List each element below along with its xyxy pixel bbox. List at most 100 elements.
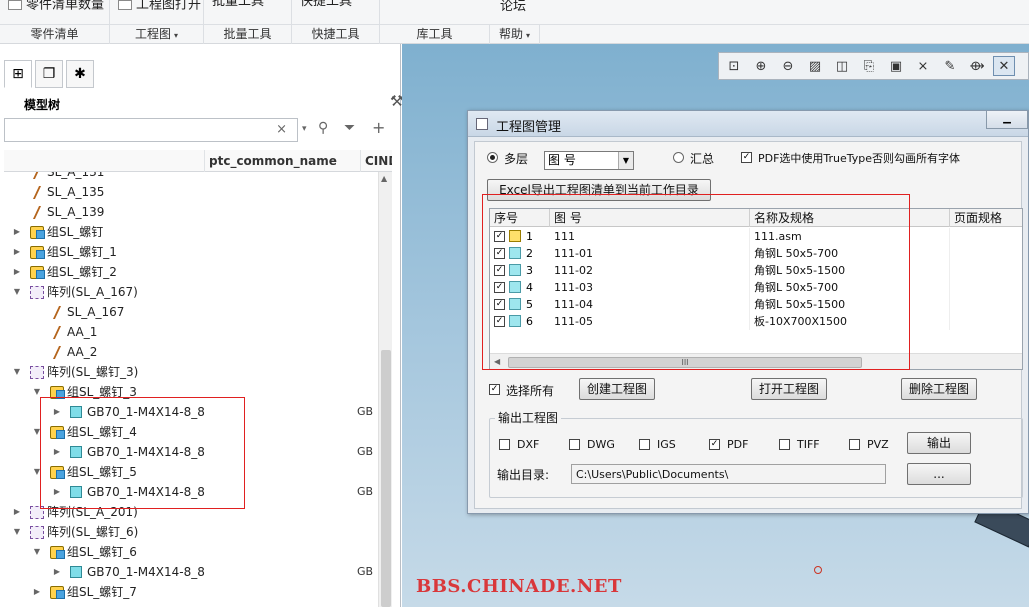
ribbon-group-3[interactable]: 快捷工具: [292, 25, 380, 45]
dialog-titlebar[interactable]: 工程图管理 ▁: [468, 111, 1028, 137]
axis-display-icon[interactable]: ✕: [993, 56, 1015, 76]
sort-field-select[interactable]: 图 号 ▼: [544, 151, 634, 170]
truetype-label: PDF选中使用TrueType否则勾画所有字体: [758, 152, 961, 165]
select-all-checkbox[interactable]: ✓: [489, 384, 500, 395]
tree-row[interactable]: SL_A_139: [4, 202, 378, 222]
expand-icon[interactable]: ▶: [52, 562, 62, 582]
expand-icon[interactable]: ▶: [12, 262, 22, 282]
binoculars-icon[interactable]: ⚲: [318, 120, 328, 136]
tree-row[interactable]: ▼ 组SL_螺钉_6: [4, 542, 378, 562]
ribbon-group-0[interactable]: 零件清单: [0, 25, 110, 45]
mode-summary-radio[interactable]: [673, 152, 684, 163]
collapse-icon[interactable]: ▼: [12, 522, 22, 542]
tree-icon[interactable]: ⊞: [4, 60, 32, 88]
tree-row[interactable]: AA_2: [4, 342, 378, 362]
folder-icon[interactable]: ❐: [35, 60, 63, 88]
model-tree-title: 模型树: [24, 98, 61, 112]
collapse-icon[interactable]: ▼: [12, 362, 22, 382]
component-icon: [70, 566, 82, 578]
expand-icon[interactable]: ▶: [32, 582, 42, 602]
ribbon-group-4[interactable]: 库工具: [380, 25, 490, 45]
tree-row[interactable]: ▶ GB70_1-M4X14-8_8 GB: [4, 562, 378, 582]
ribbon-tool-4[interactable]: 论坛: [380, 0, 540, 24]
truetype-checkbox[interactable]: ✓: [741, 152, 752, 163]
ribbon-tool-1[interactable]: 工程图打开: [110, 0, 204, 24]
annotation-display-icon[interactable]: ✎: [939, 56, 961, 76]
chevron-down-icon: ▾: [526, 31, 531, 40]
assembly-icon: [50, 546, 65, 559]
zoom-out-icon[interactable]: ⊖: [777, 56, 799, 76]
format-checkbox-dwg[interactable]: [569, 439, 580, 450]
ribbon-group-1[interactable]: 工程图 ▾: [110, 25, 204, 45]
tree-filter: ×: [4, 118, 298, 142]
format-checkbox-tiff[interactable]: [779, 439, 790, 450]
column-header-common-name[interactable]: ptc_common_name: [204, 150, 359, 172]
zoom-fit-icon[interactable]: ⊡: [723, 56, 745, 76]
zoom-in-icon[interactable]: ⊕: [750, 56, 772, 76]
tree-row[interactable]: SL_A_135: [4, 182, 378, 202]
window-icon: [476, 118, 488, 130]
repaint-icon[interactable]: ▨: [804, 56, 826, 76]
column-header-cind[interactable]: CIND: [360, 150, 392, 172]
tree-search-input[interactable]: [5, 119, 267, 141]
column-header[interactable]: 页面规格: [950, 209, 1022, 227]
format-checkbox-dxf[interactable]: [499, 439, 510, 450]
scroll-thumb[interactable]: [381, 350, 391, 607]
ribbon-group-2[interactable]: 批量工具: [204, 25, 292, 45]
view-manager-icon[interactable]: ▣: [885, 56, 907, 76]
expand-icon[interactable]: ▶: [12, 222, 22, 242]
create-drawing-button[interactable]: 创建工程图: [579, 378, 655, 400]
tree-row[interactable]: ▼ 阵列(SL_螺钉_6): [4, 522, 378, 542]
tree-row-label: SL_A_135: [47, 185, 105, 199]
ribbon-tool-3[interactable]: 快捷工具: [292, 0, 380, 24]
part-icon: [32, 206, 44, 219]
mode-multi-radio[interactable]: [487, 152, 498, 163]
ribbon-group-label: 零件清单: [30, 27, 79, 41]
scroll-up-icon[interactable]: ▲: [381, 174, 387, 183]
tree-scrollbar[interactable]: ▲: [378, 172, 392, 607]
tree-row[interactable]: SL_A_131: [4, 172, 378, 182]
cursor-marker: [814, 566, 822, 574]
tree-row-label: AA_1: [67, 325, 98, 339]
tree-row[interactable]: ▼ 阵列(SL_A_167): [4, 282, 378, 302]
clear-icon[interactable]: ×: [276, 122, 287, 137]
ribbon-tool-2[interactable]: 批量工具: [204, 0, 292, 24]
add-icon[interactable]: +: [372, 118, 385, 137]
browse-button[interactable]: ...: [907, 463, 971, 485]
tree-row[interactable]: ▶ 组SL_螺钉: [4, 222, 378, 242]
open-drawing-button[interactable]: 打开工程图: [751, 378, 827, 400]
collapse-icon[interactable]: ▼: [12, 282, 22, 302]
ribbon-group-5[interactable]: 帮助 ▾: [490, 25, 540, 45]
tree-row[interactable]: SL_A_167: [4, 302, 378, 322]
format-checkbox-pdf[interactable]: ✓: [709, 439, 720, 450]
output-button[interactable]: 输出: [907, 432, 971, 454]
tree-row[interactable]: ▶ 组SL_螺钉_1: [4, 242, 378, 262]
format-checkbox-pvz[interactable]: [849, 439, 860, 450]
tree-row[interactable]: ▶ 组SL_螺钉_2: [4, 262, 378, 282]
favorites-icon[interactable]: ✱: [66, 60, 94, 88]
pattern-icon: [30, 366, 44, 379]
collapse-icon[interactable]: ▼: [32, 542, 42, 562]
ribbon-tool-label: 批量工具: [212, 0, 265, 9]
tree-row-label: 阵列(SL_螺钉_6): [47, 525, 139, 539]
chevron-down-icon[interactable]: ▾: [302, 124, 307, 134]
saved-orientations-icon[interactable]: ⎘: [858, 56, 880, 76]
tree-row-cind: GB: [357, 485, 374, 498]
view-style-icon[interactable]: ◫: [831, 56, 853, 76]
output-dir-input[interactable]: [571, 464, 886, 484]
filter-icon[interactable]: ⏷: [344, 120, 355, 136]
ribbon-tool-0[interactable]: 零件清单数量: [0, 0, 110, 24]
format-checkbox-igs[interactable]: [639, 439, 650, 450]
spin-center-icon[interactable]: ⟴: [966, 56, 988, 76]
expand-icon[interactable]: ▶: [12, 242, 22, 262]
tree-row[interactable]: ▼ 阵列(SL_螺钉_3): [4, 362, 378, 382]
chevron-down-icon[interactable]: ▼: [618, 152, 633, 169]
minimize-button[interactable]: ▁: [986, 111, 1028, 129]
datum-display-icon[interactable]: ⨯: [912, 56, 934, 76]
tree-row[interactable]: AA_1: [4, 322, 378, 342]
select-all-label: 选择所有: [506, 384, 555, 398]
tree-row[interactable]: ▶ 组SL_螺钉_7: [4, 582, 378, 602]
delete-drawing-button[interactable]: 删除工程图: [901, 378, 977, 400]
expand-icon[interactable]: ▶: [12, 502, 22, 522]
tree-row-label: 组SL_螺钉_2: [47, 265, 117, 279]
